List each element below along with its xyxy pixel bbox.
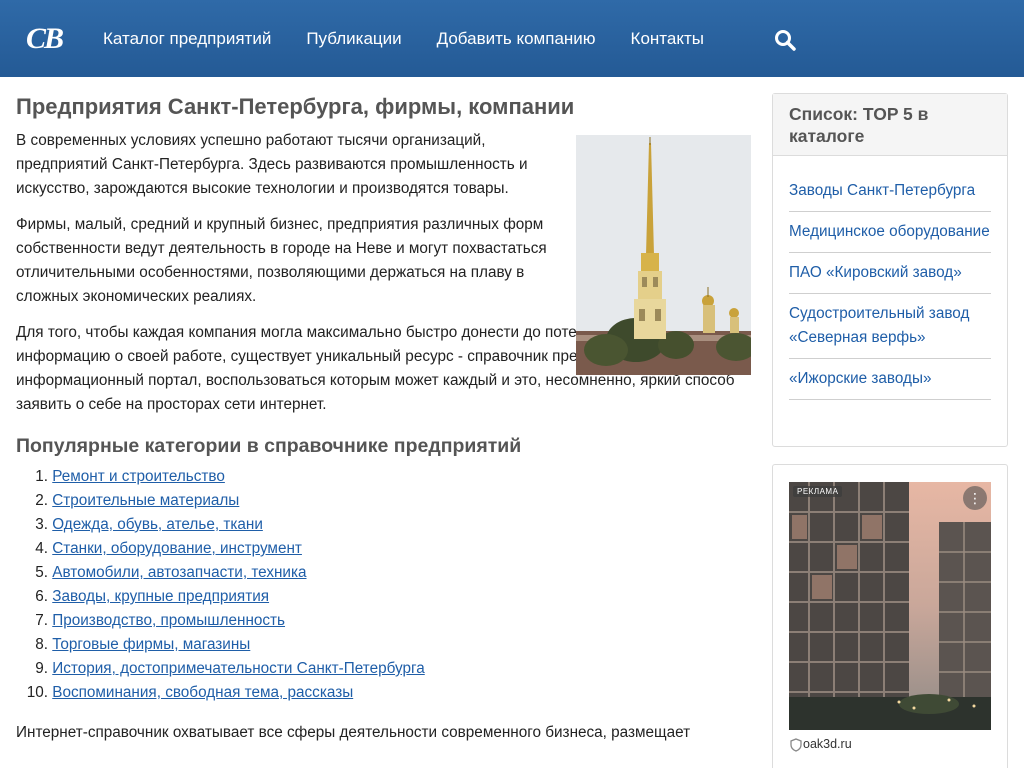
ad-block: РЕКЛАМА ⋮ oak3d.ru: [772, 464, 1008, 768]
list-item: 8. Торговые фирмы, магазины: [16, 633, 752, 657]
category-link[interactable]: Одежда, обувь, ателье, ткани: [52, 513, 263, 537]
category-link[interactable]: Строительные материалы: [52, 489, 239, 513]
list-item: 6. Заводы, крупные предприятия: [16, 585, 752, 609]
list-number: 10.: [26, 684, 48, 701]
list-item: 10. Воспоминания, свободная тема, расска…: [16, 681, 752, 705]
nav-add-company[interactable]: Добавить компанию: [437, 27, 596, 51]
list-item: 3. Одежда, обувь, ателье, ткани: [16, 513, 752, 537]
list-item: 4. Станки, оборудование, инструмент: [16, 537, 752, 561]
list-item: 5. Автомобили, автозапчасти, техника: [16, 561, 752, 585]
main-content: Предприятия Санкт-Петербурга, фирмы, ком…: [16, 93, 752, 745]
top5-link[interactable]: «Ижорские заводы»: [789, 370, 931, 387]
list-item: «Ижорские заводы»: [789, 359, 991, 400]
nav-contacts[interactable]: Контакты: [631, 27, 704, 51]
top5-link[interactable]: ПАО «Кировский завод»: [789, 264, 962, 281]
list-number: 5.: [35, 564, 48, 581]
list-item: ПАО «Кировский завод»: [789, 253, 991, 294]
list-number: 9.: [35, 660, 48, 677]
list-item: Заводы Санкт-Петербурга: [789, 171, 991, 212]
list-number: 7.: [35, 612, 48, 629]
list-item: 2. Строительные материалы: [16, 489, 752, 513]
page-title: Предприятия Санкт-Петербурга, фирмы, ком…: [16, 94, 575, 119]
top5-sidebar: Список: TOP 5 в каталоге Заводы Санкт-Пе…: [772, 93, 1008, 447]
intro-paragraph-2: Фирмы, малый, средний и крупный бизнес, …: [16, 216, 547, 305]
list-item: 1. Ремонт и строительство: [16, 465, 752, 489]
site-header: CB Каталог предприятий Публикации Добави…: [0, 0, 1024, 77]
category-link[interactable]: Автомобили, автозапчасти, техника: [52, 561, 306, 585]
nav-publications[interactable]: Публикации: [306, 27, 401, 51]
search-icon[interactable]: [774, 29, 796, 51]
top5-link[interactable]: Медицинское оборудование: [789, 223, 990, 240]
bottom-paragraph: Интернет-справочник охватывает все сферы…: [16, 724, 691, 741]
top5-link[interactable]: Судостроительный завод «Северная верфь»: [789, 305, 969, 346]
more-options-icon[interactable]: ⋮: [963, 486, 987, 510]
intro-paragraph-1: В современных условиях успешно работают …: [16, 132, 528, 197]
category-link[interactable]: Станки, оборудование, инструмент: [52, 537, 302, 561]
categories-list: 1. Ремонт и строительство 2. Строительны…: [16, 465, 752, 705]
ad-image[interactable]: РЕКЛАМА ⋮: [789, 482, 991, 730]
list-number: 3.: [35, 516, 48, 533]
list-item: 9. История, достопримечательности Санкт-…: [16, 657, 752, 681]
category-link[interactable]: Торговые фирмы, магазины: [52, 633, 250, 657]
category-link[interactable]: Заводы, крупные предприятия: [52, 585, 269, 609]
shield-icon: [790, 738, 802, 752]
list-item: Медицинское оборудование: [789, 212, 991, 253]
list-number: 1.: [35, 468, 48, 485]
list-item: 7. Производство, промышленность: [16, 609, 752, 633]
site-logo[interactable]: CB: [26, 24, 70, 54]
list-item: Судостроительный завод «Северная верфь»: [789, 294, 991, 359]
top5-list: Заводы Санкт-Петербурга Медицинское обор…: [773, 156, 1007, 400]
category-link[interactable]: Воспоминания, свободная тема, рассказы: [52, 681, 353, 705]
category-link[interactable]: Ремонт и строительство: [52, 465, 225, 489]
nav-catalog[interactable]: Каталог предприятий: [103, 27, 271, 51]
category-link[interactable]: История, достопримечательности Санкт-Пет…: [52, 657, 425, 681]
peter-paul-cathedral-photo: [576, 135, 751, 375]
list-number: 2.: [35, 492, 48, 509]
ad-source[interactable]: oak3d.ru: [803, 737, 852, 751]
category-link[interactable]: Производство, промышленность: [52, 609, 285, 633]
list-number: 8.: [35, 636, 48, 653]
list-number: 6.: [35, 588, 48, 605]
top5-title: Список: TOP 5 в каталоге: [773, 94, 1007, 156]
list-number: 4.: [35, 540, 48, 557]
categories-heading: Популярные категории в справочнике предп…: [16, 435, 522, 457]
ad-badge: РЕКЛАМА: [793, 486, 843, 497]
top5-link[interactable]: Заводы Санкт-Петербурга: [789, 182, 975, 199]
main-nav: Каталог предприятий Публикации Добавить …: [103, 27, 739, 51]
